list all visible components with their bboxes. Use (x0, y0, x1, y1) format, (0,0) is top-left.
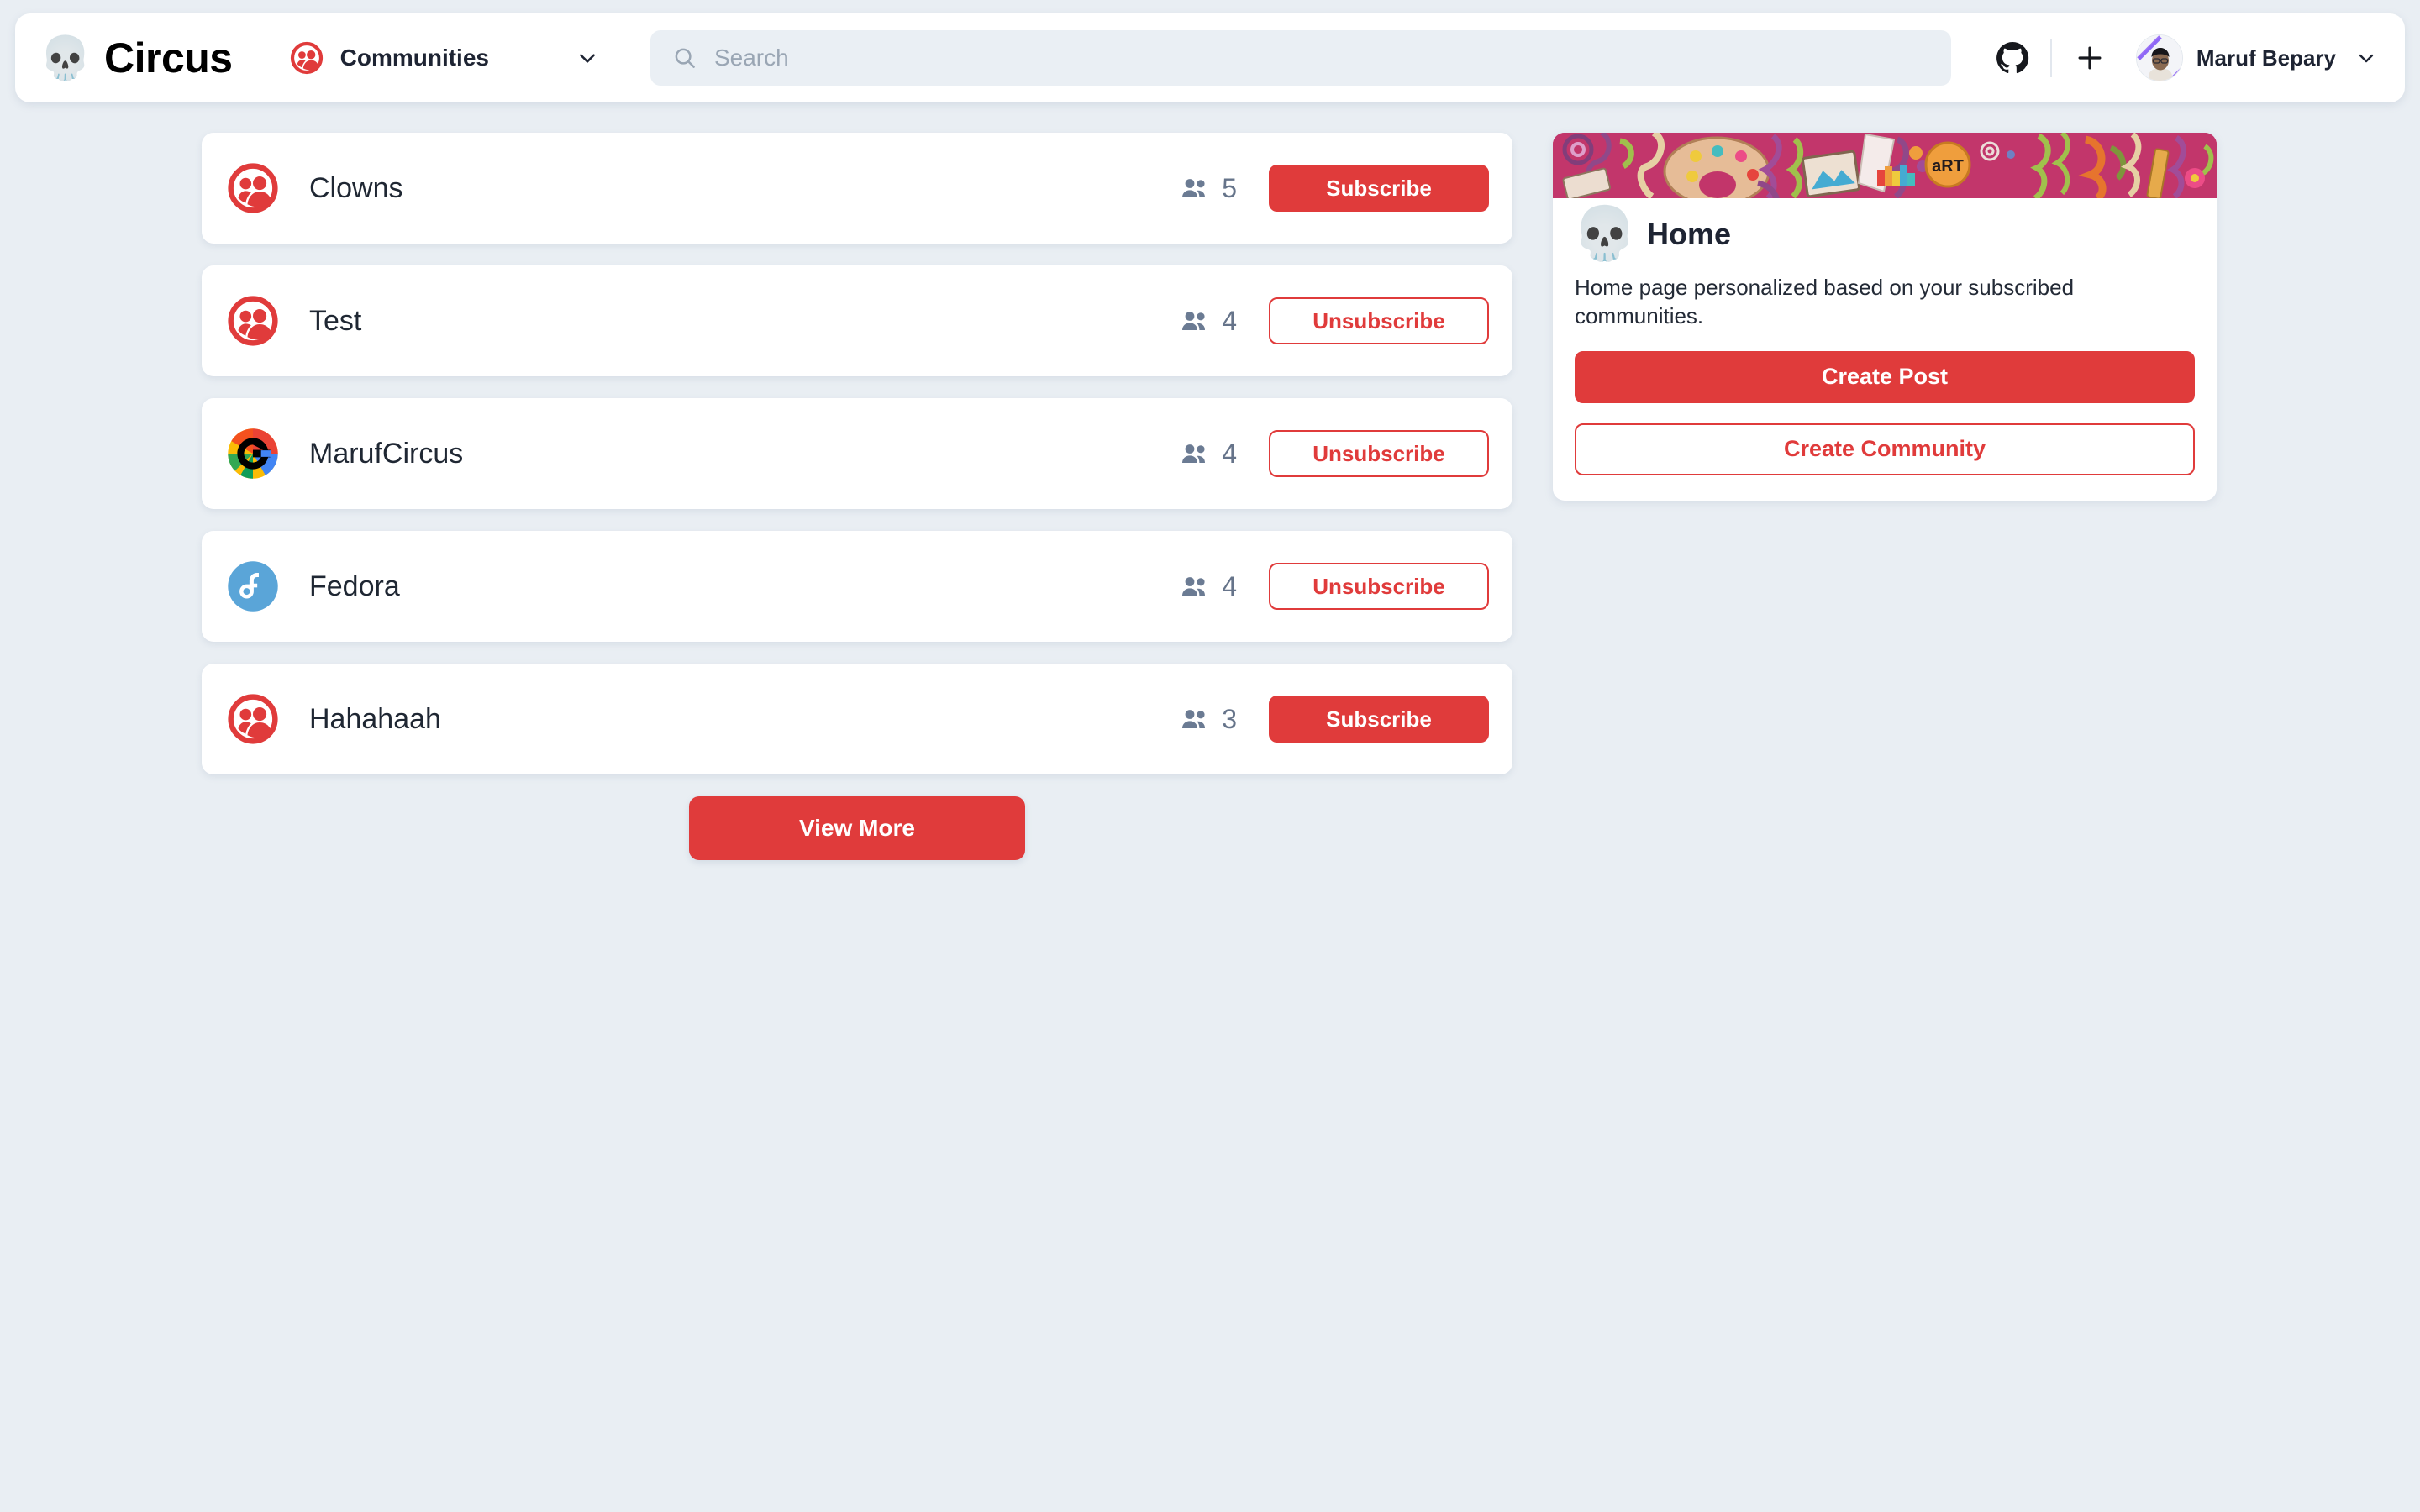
member-count: 5 (1181, 173, 1237, 204)
home-description: Home page personalized based on your sub… (1575, 275, 2075, 328)
user-menu[interactable]: Maruf Bepary (2129, 29, 2383, 87)
people-pair-icon (1181, 177, 1210, 199)
people-group-icon (290, 41, 324, 75)
create-community-button[interactable]: Create Community (1575, 423, 2195, 475)
brand-home-link[interactable]: 💀 Circus (39, 34, 233, 82)
unsubscribe-button[interactable]: Unsubscribe (1269, 563, 1489, 610)
subscribe-button[interactable]: Subscribe (1269, 696, 1489, 743)
skull-emoji-logo: 💀 (39, 34, 92, 81)
search-box[interactable] (650, 30, 1951, 86)
subscribe-button[interactable]: Subscribe (1269, 165, 1489, 212)
home-card-heading: 💀 Home (1572, 205, 2195, 263)
create-post-button[interactable]: Create Post (1575, 350, 2195, 403)
member-count: 4 (1181, 571, 1237, 602)
people-pair-icon (1181, 708, 1210, 730)
svg-text:aRT: aRT (1932, 157, 1964, 176)
header-divider (2049, 39, 2052, 77)
chevron-down-icon[interactable] (2356, 48, 2376, 68)
view-more-row: View More (202, 796, 1512, 860)
page-title: Home (1647, 217, 1732, 251)
header-actions: Maruf Bepary (1986, 29, 2383, 87)
scope-label: Communities (339, 45, 489, 71)
member-count-value: 4 (1222, 438, 1237, 469)
member-count-value: 4 (1222, 570, 1237, 601)
member-count-value: 4 (1222, 305, 1237, 336)
unsubscribe-button[interactable]: Unsubscribe (1269, 430, 1489, 477)
communities-list: Clowns 5 Subscribe Test 4 Unsubscribe Ma… (202, 133, 1512, 860)
home-card-body: 💀 Home Home page personalized based on y… (1553, 198, 2217, 501)
community-name: Clowns (309, 171, 403, 204)
community-name: Hahahaah (309, 702, 441, 735)
search-input[interactable] (713, 45, 1929, 71)
community-default-icon (227, 162, 279, 214)
brand-name: Circus (104, 34, 233, 81)
user-name: Maruf Bepary (2196, 45, 2336, 71)
community-default-icon (227, 295, 279, 347)
member-count: 3 (1181, 704, 1237, 735)
member-count-value: 3 (1222, 703, 1237, 734)
member-count: 4 (1181, 306, 1237, 337)
github-icon[interactable] (1986, 32, 2039, 84)
member-count-value: 5 (1222, 172, 1237, 203)
search-icon (672, 45, 697, 71)
page-body: Clowns 5 Subscribe Test 4 Unsubscribe Ma… (0, 118, 2420, 1512)
people-pair-icon (1181, 443, 1210, 465)
scope-selector-communities[interactable]: Communities (285, 34, 603, 81)
sidebar: aRT 💀 Home Home page personalized based … (1553, 133, 2217, 501)
unsubscribe-button[interactable]: Unsubscribe (1269, 297, 1489, 344)
community-name: Fedora (309, 570, 400, 602)
community-name: Test (309, 304, 362, 337)
app-header: 💀 Circus Communities Search Maruf Bepary (15, 13, 2405, 102)
community-row[interactable]: Clowns 5 Subscribe (202, 133, 1512, 244)
people-pair-icon (1181, 575, 1210, 597)
community-row[interactable]: Hahahaah 3 Subscribe (202, 664, 1512, 774)
community-row[interactable]: MarufCircus 4 Unsubscribe (202, 398, 1512, 509)
home-info-card: aRT 💀 Home Home page personalized based … (1553, 133, 2217, 501)
member-count: 4 (1181, 438, 1237, 470)
community-name: MarufCircus (309, 437, 464, 470)
fedora-icon (227, 560, 279, 612)
google-g-icon (227, 428, 279, 480)
art-doodle-banner: aRT (1553, 133, 2217, 198)
skull-emoji-icon: 💀 (1572, 205, 1638, 263)
community-default-icon (227, 693, 279, 745)
community-row[interactable]: Fedora 4 Unsubscribe (202, 531, 1512, 642)
view-more-button[interactable]: View More (689, 796, 1025, 860)
chevron-down-icon[interactable] (576, 47, 598, 69)
people-pair-icon (1181, 310, 1210, 332)
plus-icon[interactable] (2064, 32, 2116, 84)
avatar (2135, 34, 2183, 81)
community-row[interactable]: Test 4 Unsubscribe (202, 265, 1512, 376)
